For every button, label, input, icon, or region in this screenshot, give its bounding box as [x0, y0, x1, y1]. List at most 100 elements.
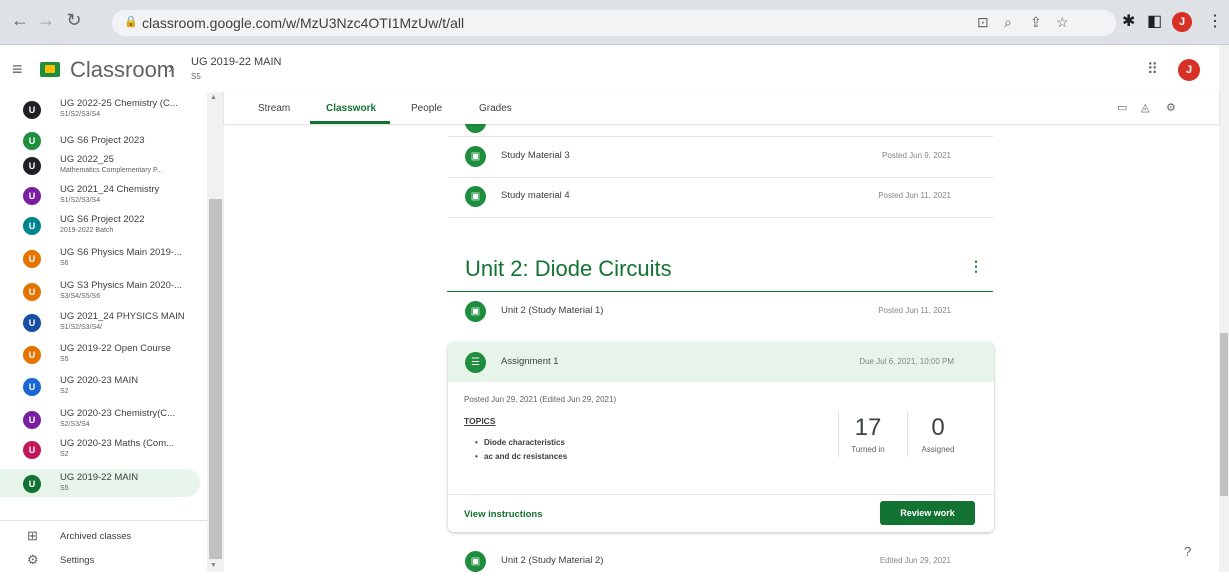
sidebar-class-item[interactable]: U UG 2019-22 MAIN S5 [0, 469, 200, 497]
class-avatar: U [23, 314, 41, 332]
class-name: UG 2020-23 Chemistry(C... [60, 408, 176, 419]
breadcrumb-class-title[interactable]: UG 2019-22 MAIN [191, 56, 281, 68]
sidebar-class-item[interactable]: U UG S6 Project 2023 [0, 126, 200, 154]
view-instructions-link[interactable]: View instructions [464, 509, 542, 520]
lock-icon: 🔒 [124, 16, 138, 28]
browser-toolbar: ← → ↻ 🔒 classroom.google.com/w/MzU3Nzc4O… [0, 0, 1229, 45]
app-title[interactable]: Classroom [70, 57, 175, 83]
class-settings-icon[interactable]: ⚙ [1166, 101, 1176, 114]
sidebar-class-item[interactable]: U UG 2022_25 Mathematics Complementary P..… [0, 151, 200, 179]
tab-stream[interactable]: Stream [258, 103, 290, 114]
sidebar-class-item[interactable]: U UG 2019-22 Open Course S5 [0, 340, 200, 368]
scroll-down-icon[interactable]: ▼ [210, 562, 217, 569]
material-icon: ▣ [465, 301, 486, 322]
sidebar-class-item[interactable]: U UG 2021_24 PHYSICS MAIN S1/S2/S3/S4/ [0, 308, 200, 336]
class-section: S5 [60, 356, 69, 363]
extensions-icon[interactable]: ✱ [1122, 11, 1135, 31]
archived-classes-link[interactable]: Archived classes [60, 531, 131, 542]
assignment-title[interactable]: Assignment 1 [501, 356, 559, 367]
class-avatar: U [23, 132, 41, 150]
active-tab-indicator [310, 121, 390, 124]
item-title[interactable]: Study material 4 [501, 190, 570, 201]
class-name: UG 2021_24 Chemistry [60, 184, 160, 195]
sidebar-class-item[interactable]: U UG S6 Physics Main 2019-... S6 [0, 244, 200, 272]
material-icon: ▣ [465, 186, 486, 207]
sidebar-class-item[interactable]: U UG S3 Physics Main 2020-... S3/S4/S5/S6 [0, 277, 200, 305]
chevron-right-icon: › [168, 60, 174, 77]
tab-people[interactable]: People [411, 103, 442, 114]
sidebar-scrollbar-thumb[interactable] [209, 199, 222, 559]
class-name: UG S6 Physics Main 2019-... [60, 247, 182, 258]
zoom-icon[interactable]: ⌕ [1004, 14, 1012, 31]
classwork-item[interactable]: ▣ Study Material 3 Posted Jun 9, 2021 [448, 137, 993, 177]
item-title[interactable]: Study Material 3 [501, 150, 570, 161]
scroll-up-icon[interactable]: ▲ [210, 94, 217, 101]
class-section: S1/S2/S3/S4 [60, 111, 101, 118]
classwork-item[interactable]: ▣ Unit 2 (Study Material 2) Edited Jun 2… [448, 542, 993, 582]
class-avatar: U [23, 217, 41, 235]
assigned-count: 0 [931, 414, 945, 441]
forward-icon[interactable]: → [34, 10, 58, 31]
review-work-button[interactable]: Review work [880, 501, 975, 525]
archive-icon: ⊞ [27, 528, 38, 543]
turned-in-count: 17 [854, 414, 882, 441]
class-name: UG 2019-22 MAIN [60, 472, 139, 483]
assigned-stat[interactable]: 0 Assigned [903, 410, 973, 460]
class-section: S1/S2/S3/S4/ [60, 324, 103, 331]
assignment-header[interactable]: ☰ Assignment 1 Due Jul 6, 2021, 10:00 PM [448, 342, 994, 382]
class-avatar: U [23, 346, 41, 364]
drive-folder-icon[interactable]: ◬ [1141, 101, 1149, 114]
sidebar-footer: ⊞ Archived classes ⚙ Settings [0, 520, 207, 572]
settings-link[interactable]: Settings [60, 555, 94, 566]
topic-more-icon[interactable]: ⋮ [969, 258, 983, 275]
class-avatar: U [23, 441, 41, 459]
side-panel-icon[interactable]: ◧ [1147, 11, 1162, 31]
address-bar[interactable]: 🔒 classroom.google.com/w/MzU3Nzc4OTI1MzU… [112, 10, 1116, 36]
page-scrollbar-thumb[interactable] [1220, 333, 1228, 496]
class-section: 2019-2022 Batch [60, 227, 114, 234]
reload-icon[interactable]: ↻ [62, 10, 86, 31]
tab-bar: Stream Classwork People Grades ▭ ◬ ⚙ [224, 92, 1219, 124]
class-name: UG 2022_25 [60, 154, 114, 165]
item-title[interactable]: Unit 2 (Study Material 2) [501, 555, 603, 566]
class-name: UG 2019-22 Open Course [60, 343, 171, 354]
google-apps-icon[interactable]: ⠿ [1147, 60, 1158, 78]
class-name: UG 2020-23 Maths (Com... [60, 438, 175, 449]
sidebar-class-item[interactable]: U UG 2021_24 Chemistry S1/S2/S3/S4 [0, 181, 200, 209]
class-section: S2 [60, 451, 69, 458]
bookmark-star-icon[interactable]: ☆ [1056, 14, 1069, 31]
sidebar-class-item[interactable]: U UG 2020-23 MAIN S2 [0, 372, 200, 400]
classwork-item[interactable]: ▣ Unit 2 (Study Material 1) Posted Jun 1… [448, 292, 993, 332]
class-avatar: U [23, 411, 41, 429]
sidebar-class-item[interactable]: U UG S6 Project 2022 2019-2022 Batch [0, 211, 200, 239]
sidebar-class-item[interactable]: U UG 2022-25 Chemistry (C... S1/S2/S3/S4 [0, 95, 200, 123]
url-text[interactable]: classroom.google.com/w/MzU3Nzc4OTI1MzUw/… [142, 15, 464, 31]
item-title[interactable]: Unit 2 (Study Material 1) [501, 305, 603, 316]
account-avatar[interactable]: J [1178, 59, 1200, 81]
back-icon[interactable]: ← [8, 10, 32, 31]
class-section: S6 [60, 260, 69, 267]
classwork-item[interactable]: ▣ Study material 4 Posted Jun 11, 2021 [448, 177, 993, 217]
tab-classwork[interactable]: Classwork [326, 103, 376, 114]
sidebar: U UG 2022-25 Chemistry (C... S1/S2/S3/S4 U U… [0, 92, 224, 572]
item-date: Posted Jun 9, 2021 [882, 151, 951, 160]
classroom-logo-icon[interactable] [40, 62, 60, 77]
browser-menu-icon[interactable]: ⋮ [1207, 11, 1223, 31]
main-menu-icon[interactable]: ≡ [12, 59, 23, 80]
class-section: S1/S2/S3/S4 [60, 197, 101, 204]
class-name: UG 2021_24 PHYSICS MAIN [60, 311, 185, 322]
install-icon[interactable]: ⊡ [977, 14, 989, 31]
topic-title: Unit 2: Diode Circuits [465, 256, 672, 281]
topic-bullet: ac and dc resistances [475, 452, 567, 461]
help-icon[interactable]: ? [1184, 544, 1191, 559]
turned-in-stat[interactable]: 17 Turned in [833, 410, 903, 460]
calendar-icon[interactable]: ▭ [1117, 101, 1127, 114]
class-section: S3/S4/S5/S6 [60, 293, 101, 300]
sidebar-class-item[interactable]: U UG 2020-23 Maths (Com... S2 [0, 435, 200, 463]
share-icon[interactable]: ⇪ [1030, 14, 1042, 31]
sidebar-class-item[interactable]: U UG 2020-23 Chemistry(C... S2/S3/S4 [0, 405, 200, 433]
tab-grades[interactable]: Grades [479, 103, 512, 114]
class-name: UG S6 Project 2022 [60, 214, 145, 225]
class-section: S2 [60, 388, 69, 395]
browser-profile-avatar[interactable]: J [1172, 12, 1192, 32]
